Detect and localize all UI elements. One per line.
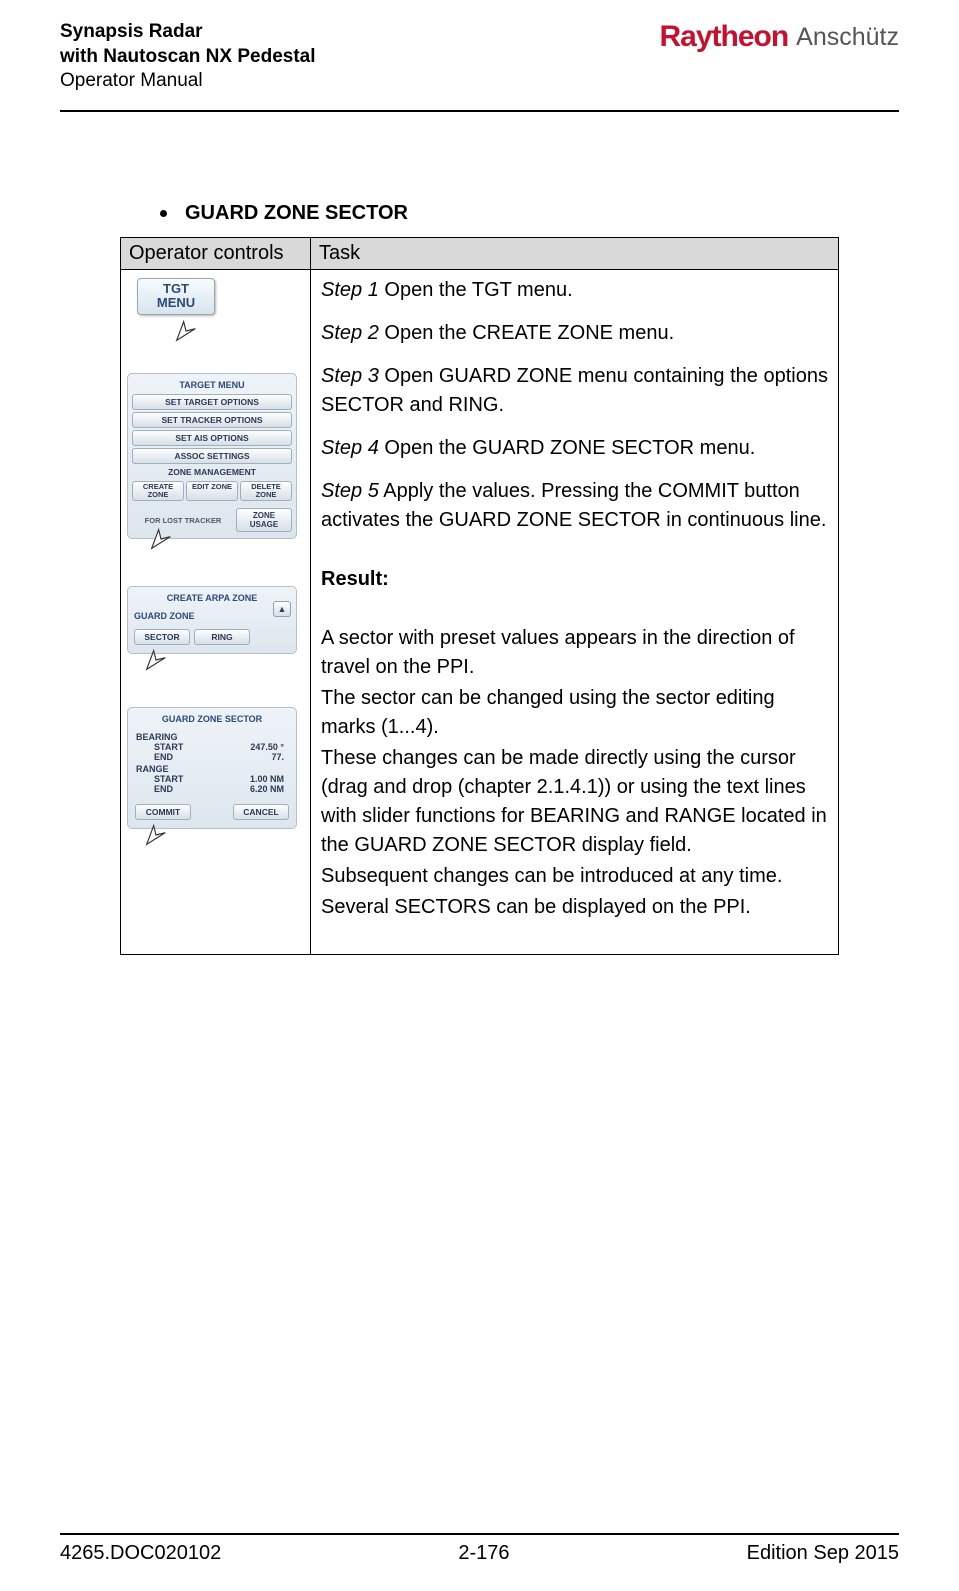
tgt-menu-button[interactable]: TGT MENU — [137, 278, 215, 315]
bearing-end-label: END — [154, 752, 173, 762]
step1-text: Open the TGT menu. — [379, 279, 573, 301]
create-arpa-title: CREATE ARPA ZONE — [132, 593, 292, 603]
range-start-label: START — [154, 774, 183, 784]
chevron-up-icon: ▲ — [278, 604, 287, 614]
task-cell: Step 1 Open the TGT menu. Step 2 Open th… — [311, 270, 839, 955]
col-header-task: Task — [311, 238, 839, 270]
step4-text: Open the GUARD ZONE SECTOR menu. — [379, 437, 755, 459]
gz-sector-title: GUARD ZONE SECTOR — [132, 714, 292, 724]
result-text: A sector with preset values appears in t… — [321, 624, 828, 922]
section-title: GUARD ZONE SECTOR — [185, 202, 408, 225]
page-footer: 4265.DOC020102 2-176 Edition Sep 2015 — [60, 1542, 899, 1565]
edit-zone-button[interactable]: EDIT ZONE — [186, 481, 238, 502]
cancel-button[interactable]: CANCEL — [233, 804, 289, 820]
logo-anschutz: Anschütz — [796, 23, 899, 52]
ring-button[interactable]: RING — [194, 629, 250, 645]
step2-text: Open the CREATE ZONE menu. — [379, 322, 674, 344]
tgt-menu-line1: TGT — [163, 281, 189, 296]
step5-label: Step 5 — [321, 480, 379, 502]
bearing-start-label: START — [154, 742, 183, 752]
bearing-label: BEARING — [136, 732, 288, 742]
create-arpa-zone-panel: CREATE ARPA ZONE ▲ GUARD ZONE SECTOR RIN… — [127, 586, 297, 654]
zone-usage-button[interactable]: ZONE USAGE — [236, 508, 292, 532]
set-tracker-options-button[interactable]: SET TRACKER OPTIONS — [132, 412, 292, 428]
set-target-options-button[interactable]: SET TARGET OPTIONS — [132, 394, 292, 410]
range-end-label: END — [154, 784, 173, 794]
target-menu-title: TARGET MENU — [132, 380, 292, 390]
header-title-block: Synapsis Radar with Nautoscan NX Pedesta… — [60, 20, 316, 94]
result-p5: Several SECTORS can be displayed on the … — [321, 893, 828, 922]
range-label: RANGE — [136, 764, 288, 774]
cursor-arrow-icon — [147, 525, 175, 553]
step1-label: Step 1 — [321, 279, 379, 301]
cursor-arrow-icon — [172, 317, 200, 345]
footer-edition: Edition Sep 2015 — [747, 1542, 899, 1565]
zone-management-label: ZONE MANAGEMENT — [132, 467, 292, 477]
cursor-arrow-icon — [142, 646, 170, 674]
result-p2: The sector can be changed using the sect… — [321, 684, 828, 742]
step5-text: Apply the values. Pressing the COMMIT bu… — [321, 480, 826, 531]
section-heading: GUARD ZONE SECTOR — [160, 202, 839, 225]
step3-label: Step 3 — [321, 365, 379, 387]
sector-button[interactable]: SECTOR — [134, 629, 190, 645]
assoc-settings-button[interactable]: ASSOC SETTINGS — [132, 448, 292, 464]
collapse-button[interactable]: ▲ — [273, 601, 291, 617]
result-p1: A sector with preset values appears in t… — [321, 624, 828, 682]
header-line3: Operator Manual — [60, 69, 316, 94]
operator-controls-cell: TGT MENU TARGET MENU SET TARGET OPT — [121, 270, 311, 955]
set-ais-options-button[interactable]: SET AIS OPTIONS — [132, 430, 292, 446]
guard-zone-sector-panel: GUARD ZONE SECTOR BEARING START 247.50 °… — [127, 707, 297, 829]
bullet-icon — [160, 210, 167, 217]
tgt-menu-line2: MENU — [157, 295, 195, 310]
result-p3: These changes can be made directly using… — [321, 744, 828, 860]
step2-label: Step 2 — [321, 322, 379, 344]
commit-button[interactable]: COMMIT — [135, 804, 191, 820]
header-line2: with Nautoscan NX Pedestal — [60, 45, 316, 70]
page-header: Synapsis Radar with Nautoscan NX Pedesta… — [60, 20, 899, 104]
create-zone-button[interactable]: CREATE ZONE — [132, 481, 184, 502]
footer-page-number: 2-176 — [458, 1542, 509, 1565]
bearing-start-value[interactable]: 247.50 ° — [250, 742, 284, 752]
bearing-end-value[interactable]: 77. — [271, 752, 284, 762]
range-start-value[interactable]: 1.00 NM — [250, 774, 284, 784]
header-logo: Raytheon Anschütz — [659, 20, 899, 54]
logo-raytheon: Raytheon — [659, 20, 788, 54]
delete-zone-button[interactable]: DELETE ZONE — [240, 481, 292, 502]
step3-text: Open GUARD ZONE menu containing the opti… — [321, 365, 828, 416]
result-label: Result: — [321, 565, 828, 594]
footer-divider — [60, 1533, 899, 1535]
header-line1: Synapsis Radar — [60, 20, 316, 45]
target-menu-panel: TARGET MENU SET TARGET OPTIONS SET TRACK… — [127, 373, 297, 540]
footer-doc-id: 4265.DOC020102 — [60, 1542, 221, 1565]
col-header-controls: Operator controls — [121, 238, 311, 270]
step4-label: Step 4 — [321, 437, 379, 459]
task-table: Operator controls Task TGT MENU — [120, 237, 839, 955]
guard-zone-label: GUARD ZONE — [132, 607, 292, 627]
cursor-arrow-icon — [142, 821, 170, 849]
range-end-value[interactable]: 6.20 NM — [250, 784, 284, 794]
result-p4: Subsequent changes can be introduced at … — [321, 862, 828, 891]
